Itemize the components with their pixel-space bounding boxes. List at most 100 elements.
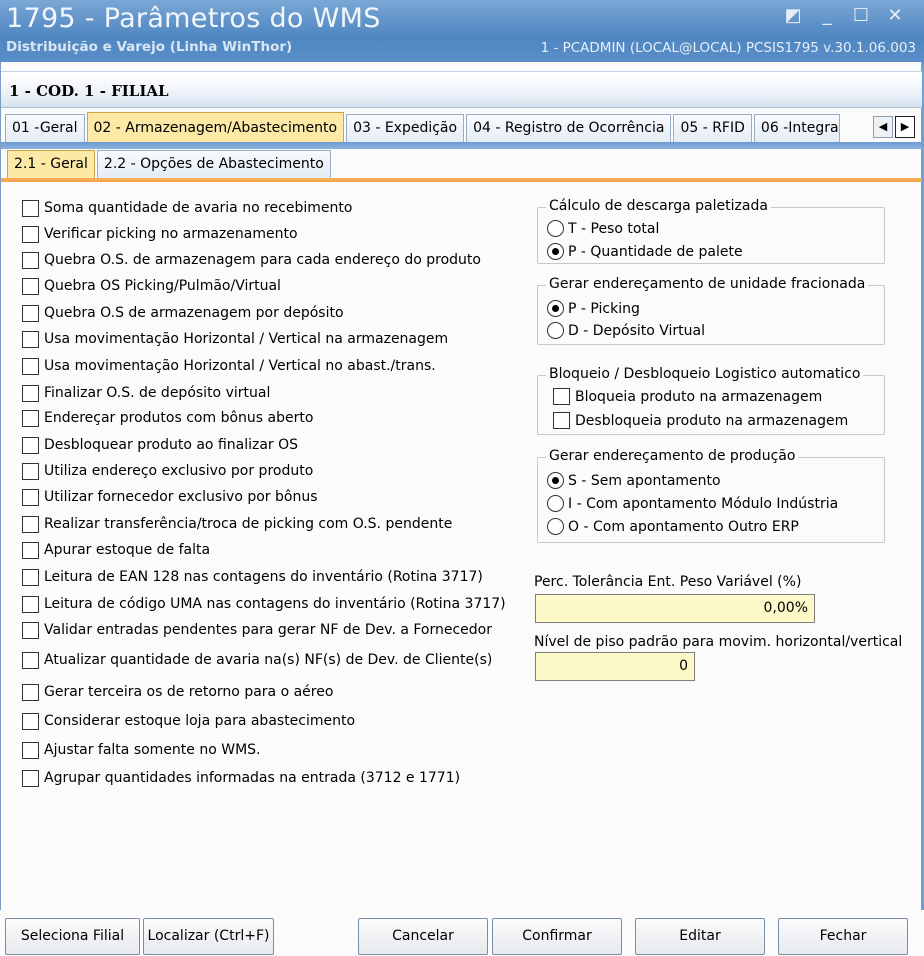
checkbox[interactable] xyxy=(22,621,39,639)
option-transferencia-picking[interactable]: Realizar transferência/troca de picking … xyxy=(22,514,452,534)
piso-label: Nível de piso padrão para movim. horizon… xyxy=(534,634,903,650)
checkbox[interactable] xyxy=(22,488,39,506)
main-tabs: 01 -Geral 02 - Armazenagem/Abastecimento… xyxy=(5,112,842,142)
option-soma-avaria[interactable]: Soma quantidade de avaria no recebimento xyxy=(22,198,352,218)
checkbox[interactable] xyxy=(553,412,570,429)
close-icon[interactable]: ✕ xyxy=(884,6,906,26)
checkbox[interactable] xyxy=(22,568,39,586)
checkbox[interactable] xyxy=(22,541,39,559)
radio-button-selected[interactable] xyxy=(547,300,564,317)
radio-button[interactable] xyxy=(547,220,564,237)
radio-peso-total[interactable]: T - Peso total xyxy=(547,220,659,237)
option-mov-armazenagem[interactable]: Usa movimentação Horizontal / Vertical n… xyxy=(22,329,448,349)
tolerancia-input[interactable]: 0,00% xyxy=(535,594,815,623)
option-fornecedor-exclusivo[interactable]: Utilizar fornecedor exclusivo por bônus xyxy=(22,487,318,507)
radio-deposito-virtual[interactable]: D - Depósito Virtual xyxy=(547,322,705,339)
checkbox[interactable] xyxy=(22,462,39,480)
tab-scroll: ◀ ▶ xyxy=(873,116,915,138)
radio-button-selected[interactable] xyxy=(547,243,564,260)
radio-button[interactable] xyxy=(547,322,564,339)
maximize-icon[interactable]: ☐ xyxy=(850,6,872,26)
checkbox[interactable] xyxy=(22,651,39,669)
option-desbloquear-produto[interactable]: Desbloquear produto ao finalizar OS xyxy=(22,435,298,455)
radio-quantidade-palete[interactable]: P - Quantidade de palete xyxy=(547,243,743,260)
localizar-button[interactable]: Localizar (Ctrl+F) xyxy=(143,918,274,955)
option-leitura-ean128[interactable]: Leitura de EAN 128 nas contagens do inve… xyxy=(22,567,483,587)
editar-button[interactable]: Editar xyxy=(635,918,765,955)
radio-apontamento-outro-erp[interactable]: O - Com apontamento Outro ERP xyxy=(547,518,799,535)
checkbox[interactable] xyxy=(22,769,39,787)
checkbox[interactable] xyxy=(553,388,570,405)
checkbox[interactable] xyxy=(22,199,39,217)
group-bloqueio-logistico: Bloqueio / Desbloqueio Logistico automat… xyxy=(537,366,885,435)
checkbox[interactable] xyxy=(22,515,39,533)
group-title: Cálculo de descarga paletizada xyxy=(546,198,771,214)
option-mov-abastecimento[interactable]: Usa movimentação Horizontal / Vertical n… xyxy=(22,356,436,376)
checkbox[interactable] xyxy=(22,384,39,402)
confirmar-button[interactable]: Confirmar xyxy=(492,918,622,955)
option-quebra-os-picking[interactable]: Quebra OS Picking/Pulmão/Virtual xyxy=(22,276,281,296)
tab-rfid[interactable]: 05 - RFID xyxy=(673,114,752,142)
tab-geral[interactable]: 01 -Geral xyxy=(5,114,85,142)
fechar-button[interactable]: Fechar xyxy=(778,918,908,955)
radio-apontamento-industria[interactable]: I - Com apontamento Módulo Indústria xyxy=(547,495,838,512)
option-estoque-loja[interactable]: Considerar estoque loja para abastecimen… xyxy=(22,711,355,731)
option-finalizar-os-virtual[interactable]: Finalizar O.S. de depósito virtual xyxy=(22,383,270,403)
radio-button[interactable] xyxy=(547,495,564,512)
checkbox[interactable] xyxy=(22,683,39,701)
session-info: 1 - PCADMIN (LOCAL@LOCAL) PCSIS1795 v.30… xyxy=(540,40,916,56)
group-descarga-paletizada: Cálculo de descarga paletizada T - Peso … xyxy=(537,198,885,264)
radio-sem-apontamento[interactable]: S - Sem apontamento xyxy=(547,472,721,489)
tab-registro-ocorrencia[interactable]: 04 - Registro de Ocorrência xyxy=(466,114,672,142)
option-atualizar-avaria[interactable]: Atualizar quantidade de avaria na(s) NF(… xyxy=(22,650,492,670)
restore-icon[interactable]: ◩ xyxy=(782,6,804,26)
option-leitura-uma[interactable]: Leitura de código UMA nas contagens do i… xyxy=(22,594,506,614)
tab-armazenagem[interactable]: 02 - Armazenagem/Abastecimento xyxy=(86,112,345,142)
option-quebra-os-deposito[interactable]: Quebra O.S de armazenagem por depósito xyxy=(22,303,344,323)
subtab-geral[interactable]: 2.1 - Geral xyxy=(7,150,95,178)
checkbox[interactable] xyxy=(22,409,39,427)
tab-scroll-right-icon[interactable]: ▶ xyxy=(895,116,915,138)
tab-expedicao[interactable]: 03 - Expedição xyxy=(346,114,465,142)
tolerancia-label: Perc. Tolerância Ent. Peso Variável (%) xyxy=(534,574,802,590)
sub-tabs: 2.1 - Geral 2.2 - Opções de Abasteciment… xyxy=(7,150,333,178)
radio-button[interactable] xyxy=(547,518,564,535)
seleciona-filial-button[interactable]: Seleciona Filial xyxy=(5,918,140,955)
option-endereco-exclusivo[interactable]: Utiliza endereço exclusivo por produto xyxy=(22,461,313,481)
checkbox[interactable] xyxy=(22,225,39,243)
cancelar-button[interactable]: Cancelar xyxy=(358,918,488,955)
radio-picking[interactable]: P - Picking xyxy=(547,300,640,317)
checkbox[interactable] xyxy=(22,595,39,613)
checkbox[interactable] xyxy=(22,741,39,759)
option-agrupar-quantidades[interactable]: Agrupar quantidades informadas na entrad… xyxy=(22,768,460,788)
tab-integracao[interactable]: 06 -Integra xyxy=(753,114,840,142)
option-enderecar-bonus[interactable]: Endereçar produtos com bônus aberto xyxy=(22,408,313,428)
piso-input[interactable]: 0 xyxy=(535,652,695,681)
window-subtitle: Distribuição e Varejo (Linha WinThor) xyxy=(6,39,293,55)
option-apurar-estoque[interactable]: Apurar estoque de falta xyxy=(22,540,210,560)
window-controls: ◩ _ ☐ ✕ xyxy=(782,6,906,26)
tab-scroll-left-icon[interactable]: ◀ xyxy=(873,116,893,138)
option-ajustar-falta[interactable]: Ajustar falta somente no WMS. xyxy=(22,740,261,760)
subtab-opcoes-abastecimento[interactable]: 2.2 - Opções de Abastecimento xyxy=(96,150,331,178)
radio-button-selected[interactable] xyxy=(547,472,564,489)
option-verificar-picking[interactable]: Verificar picking no armazenamento xyxy=(22,224,298,244)
option-bloqueia-produto[interactable]: Bloqueia produto na armazenagem xyxy=(553,388,822,405)
checkbox[interactable] xyxy=(22,277,39,295)
option-validar-entradas[interactable]: Validar entradas pendentes para gerar NF… xyxy=(22,620,492,640)
option-desbloqueia-produto[interactable]: Desbloqueia produto na armazenagem xyxy=(553,412,848,429)
checkbox[interactable] xyxy=(22,712,39,730)
group-enderecamento-producao: Gerar endereçamento de produção S - Sem … xyxy=(537,448,885,543)
checkbox[interactable] xyxy=(22,436,39,454)
option-terceira-os[interactable]: Gerar terceira os de retorno para o aére… xyxy=(22,682,333,702)
checkbox[interactable] xyxy=(22,330,39,348)
minimize-icon[interactable]: _ xyxy=(816,6,838,26)
checkbox[interactable] xyxy=(22,357,39,375)
group-title: Gerar endereçamento de unidade fracionad… xyxy=(546,276,869,292)
title-bar: 1795 - Parâmetros do WMS Distribuição e … xyxy=(0,0,924,62)
option-quebra-os-endereco[interactable]: Quebra O.S. de armazenagem para cada end… xyxy=(22,250,481,270)
group-unidade-fracionada: Gerar endereçamento de unidade fracionad… xyxy=(537,276,885,345)
branch-heading-bar: 1 - COD. 1 - FILIAL xyxy=(1,71,922,108)
checkbox[interactable] xyxy=(22,304,39,322)
checkbox[interactable] xyxy=(22,251,39,269)
